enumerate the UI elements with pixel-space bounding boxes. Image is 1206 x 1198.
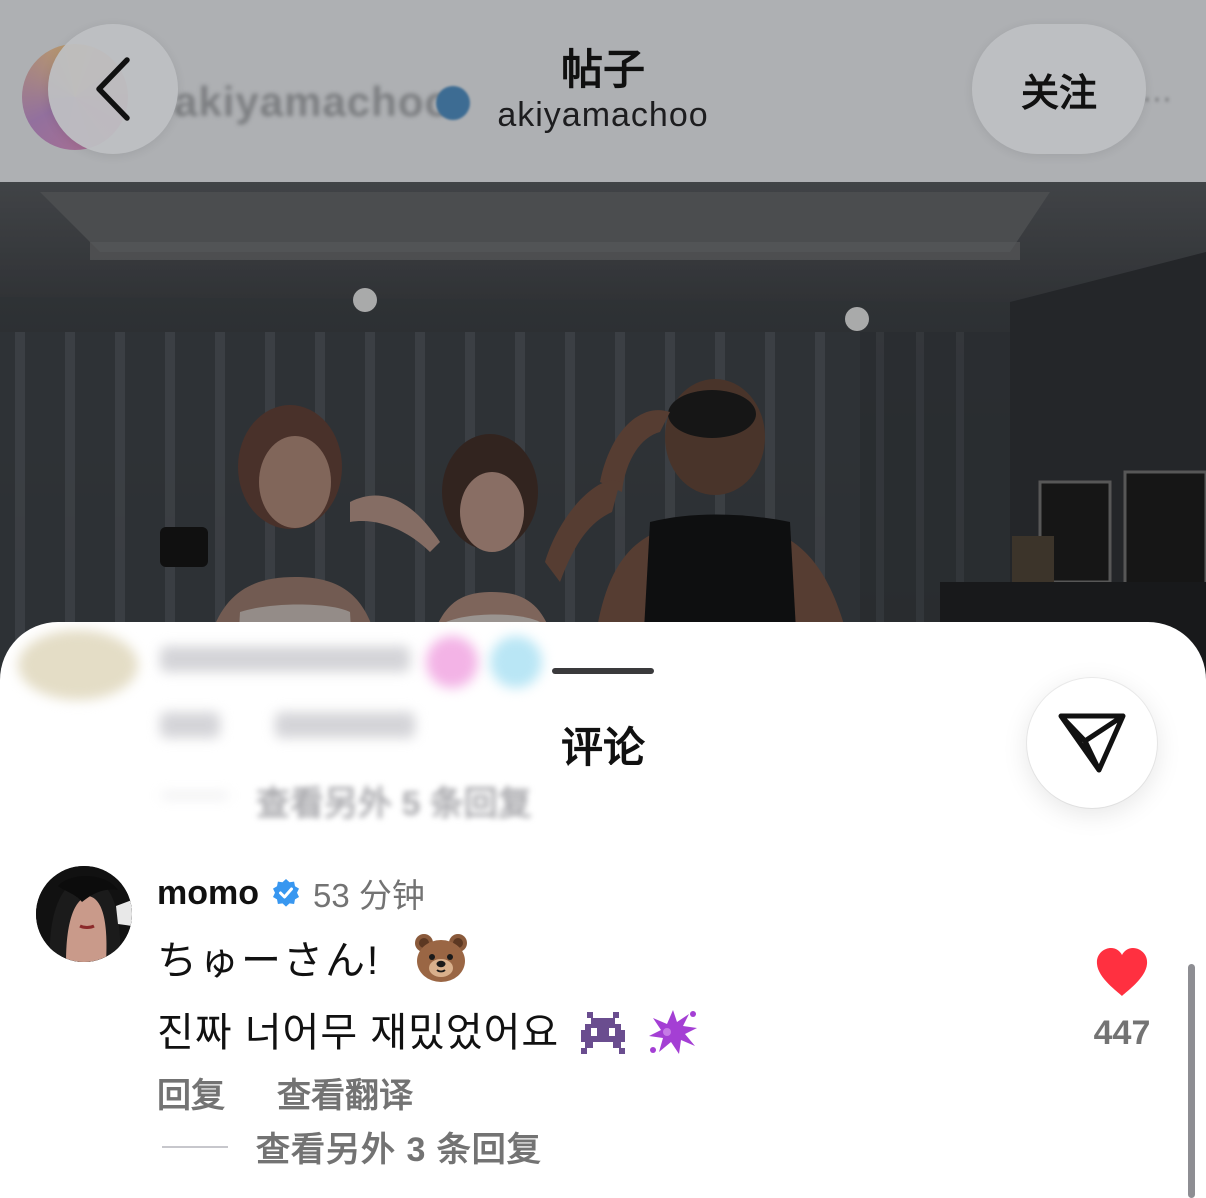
sheet-grabber[interactable] — [552, 668, 654, 674]
purple-splash-emoji-icon — [647, 1006, 699, 1058]
comments-sheet: 查看另外 5 条回复 评论 momo 53 分钟 ちゅーさん! 진짜 너어무 재… — [0, 622, 1206, 1198]
more-options-dimmed-icon: ⋯ — [1142, 83, 1172, 116]
see-translation-button[interactable]: 查看翻译 — [277, 1068, 413, 1117]
blurred-previous-comment — [18, 630, 138, 700]
comment-text-line-1: ちゅーさん! — [157, 928, 469, 986]
commenter-avatar[interactable] — [36, 866, 132, 962]
heart-icon — [1096, 948, 1148, 996]
verified-badge-icon — [271, 878, 301, 908]
blurred-previous-comment-text — [160, 646, 410, 672]
blurred-previous-view-replies-line — [162, 794, 228, 797]
post-comments-screen: akiyamachoo ⋯ 帖子 akiyamachoo 关注 查看另外 5 条… — [0, 0, 1206, 1198]
post-header: akiyamachoo ⋯ 帖子 akiyamachoo 关注 — [0, 0, 1206, 182]
scrollbar[interactable] — [1188, 964, 1195, 1198]
page-subtitle: akiyamachoo — [497, 96, 709, 134]
chevron-left-icon — [96, 57, 130, 121]
blurred-previous-comment-emoji — [490, 636, 542, 688]
view-more-replies-label: 查看另外 3 条回复 — [256, 1131, 542, 1169]
comment-timestamp: 53 分钟 — [313, 877, 425, 914]
blurred-previous-comment-emoji — [426, 636, 478, 688]
commenter-username[interactable]: momo — [157, 874, 259, 913]
avatar-image — [36, 866, 132, 962]
reply-button[interactable]: 回复 — [157, 1068, 225, 1117]
blurred-previous-actions — [160, 712, 220, 738]
follow-button[interactable]: 关注 — [972, 24, 1146, 154]
comment-text-korean: 진짜 너어무 재밌었어요 — [157, 1011, 560, 1055]
view-more-replies-button[interactable]: 查看另外 3 条回复 — [162, 1122, 542, 1171]
alien-monster-emoji-icon — [577, 1006, 629, 1058]
bear-face-emoji-icon — [413, 932, 469, 984]
page-title: 帖子 — [560, 46, 645, 93]
comment-text-japanese: ちゅーさん! — [157, 939, 381, 983]
back-button[interactable] — [48, 24, 178, 154]
paper-plane-icon — [1058, 713, 1126, 773]
blurred-previous-view-replies: 查看另外 5 条回复 — [256, 785, 532, 823]
comment-text-line-2: 진짜 너어무 재밌었어요 — [157, 1000, 699, 1058]
comment-actions: 回复 查看翻译 — [157, 1068, 413, 1117]
share-button[interactable] — [1027, 678, 1157, 808]
replies-divider-line — [162, 1145, 228, 1148]
comment-header: momo 53 分钟 — [157, 870, 425, 916]
like-button[interactable] — [1094, 946, 1150, 998]
blurred-previous-actions — [275, 712, 415, 738]
like-count: 447 — [1093, 1014, 1151, 1052]
sheet-title: 评论 — [560, 724, 645, 771]
